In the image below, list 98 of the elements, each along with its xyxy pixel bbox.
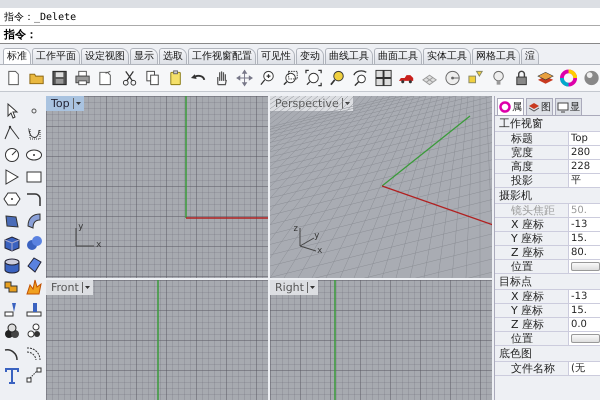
axis-label: x [96, 240, 102, 250]
move-arrows-icon[interactable] [236, 69, 254, 87]
curved-surface-icon[interactable] [25, 212, 43, 230]
toolbar-tab[interactable]: 显示 [130, 48, 158, 64]
zoom-in-icon[interactable] [259, 69, 276, 87]
circle-dot-icon[interactable] [444, 69, 462, 87]
cylinder-icon[interactable] [3, 256, 21, 274]
polyline-icon[interactable] [3, 124, 21, 142]
viewport-title[interactable]: Right [270, 280, 318, 295]
viewport-title[interactable]: Top [46, 96, 84, 111]
layers-icon [528, 101, 540, 113]
section-header: 目标点 [499, 275, 532, 288]
property-label: 位置 [495, 332, 569, 345]
twisted-surface-icon[interactable] [25, 256, 43, 274]
command-prompt: 指令： [4, 28, 37, 41]
axis-label: y [78, 222, 84, 232]
burst-icon[interactable] [25, 278, 43, 296]
viewport[interactable]: Front [46, 280, 268, 400]
property-label: 投影 [495, 174, 569, 187]
toolbar-tab[interactable]: 实体工具 [423, 48, 471, 64]
property-label: Z 座标 [495, 318, 569, 331]
section-header: 工作视窗 [499, 117, 543, 130]
property-label: Y 座标 [495, 304, 569, 317]
dots-icon[interactable] [25, 322, 43, 340]
text-icon[interactable] [3, 366, 21, 384]
property-label: 文件名称 [495, 362, 569, 375]
zoom-window-icon[interactable] [282, 69, 300, 87]
viewport-title-text: Right [275, 281, 304, 294]
property-value[interactable]: (无 [569, 362, 600, 375]
axis-label: x [317, 246, 322, 256]
circle-icon[interactable] [3, 146, 21, 164]
circles-icon[interactable] [3, 322, 21, 340]
toolbar-tab[interactable]: 曲线工具 [325, 48, 373, 64]
command-history-text: 指令：_Delete [4, 12, 76, 23]
toolbar-tab[interactable]: 可见性 [257, 48, 295, 64]
connected-points-icon[interactable] [25, 366, 43, 384]
panel-tab[interactable]: 显 [555, 98, 582, 115]
copy-icon[interactable] [144, 69, 161, 87]
box-icon[interactable] [3, 234, 21, 252]
scissors-icon[interactable] [120, 69, 138, 87]
toolbar-tab[interactable]: 变动 [296, 48, 324, 64]
rotate-icon[interactable] [352, 69, 369, 87]
position-button[interactable] [571, 334, 600, 343]
dropdown-arrow-icon[interactable] [306, 282, 316, 293]
property-label: 位置 [495, 260, 569, 273]
viewport-title-text: Front [51, 281, 79, 294]
dropdown-arrow-icon[interactable] [72, 98, 82, 109]
viewport[interactable]: Top y x [46, 96, 268, 278]
toolbar-tab[interactable]: 渲 [521, 48, 539, 64]
viewport-title[interactable]: Front [46, 280, 93, 295]
color-wheel-icon [499, 101, 511, 113]
property-label: X 座标 [495, 290, 569, 303]
property-value[interactable]: 280 [569, 146, 600, 159]
toolbar-tab[interactable]: 工作平面 [32, 48, 80, 64]
property-value[interactable]: 0.0 [569, 318, 600, 331]
property-value[interactable]: -13 [569, 290, 600, 303]
sphere-icon[interactable] [582, 69, 600, 87]
property-label: X 座标 [495, 218, 569, 231]
axis-label: z [293, 224, 298, 234]
toolbar-tab[interactable]: 选取 [159, 48, 187, 64]
toolbar-tab[interactable]: 工作视窗配置 [188, 48, 256, 64]
panel-tab[interactable]: 图 [526, 98, 553, 115]
triangle-icon[interactable] [3, 168, 21, 186]
property-label: 宽度 [495, 146, 569, 159]
property-label: 标题 [495, 132, 569, 145]
axis-label: y [314, 231, 320, 241]
section-header: 底色图 [499, 347, 532, 360]
property-value[interactable]: 平 [569, 174, 600, 187]
position-button[interactable] [571, 262, 600, 271]
axis-icon [300, 228, 316, 252]
property-value[interactable]: 228 [569, 160, 600, 173]
property-value[interactable]: -13 [569, 218, 600, 231]
magnifier-icon[interactable] [328, 69, 346, 87]
property-label: Z 座标 [495, 246, 569, 259]
toolbar-tab[interactable]: 网格工具 [472, 48, 520, 64]
viewport[interactable]: Right [270, 280, 492, 400]
viewport-title-text: Top [51, 97, 70, 110]
property-value[interactable]: 15. [569, 304, 600, 317]
property-value[interactable]: 80. [569, 246, 600, 259]
zoom-extents-icon[interactable] [305, 69, 323, 87]
panel-tab[interactable]: 属 [497, 98, 524, 115]
toolbar-tab[interactable]: 设定视图 [81, 48, 129, 64]
property-value[interactable]: 15. [569, 232, 600, 245]
property-label: Y 座标 [495, 232, 569, 245]
dropdown-arrow-icon[interactable] [82, 282, 91, 293]
grid-layout-icon[interactable] [374, 69, 392, 87]
toolbar-tab[interactable]: 曲面工具 [374, 48, 422, 64]
hexagon-icon[interactable] [3, 190, 21, 208]
property-label: 镜头焦距 [495, 204, 569, 217]
dropdown-arrow-icon[interactable] [342, 98, 351, 109]
section-header: 摄影机 [499, 189, 532, 202]
printer-icon[interactable] [74, 69, 92, 87]
toolbar-tab[interactable]: 标准 [3, 48, 31, 64]
property-value[interactable]: Top [569, 132, 600, 145]
spheres-icon[interactable] [25, 234, 43, 252]
monitor-icon [557, 101, 569, 113]
property-label: 高度 [495, 160, 569, 173]
color-wheel-icon[interactable] [560, 69, 577, 87]
